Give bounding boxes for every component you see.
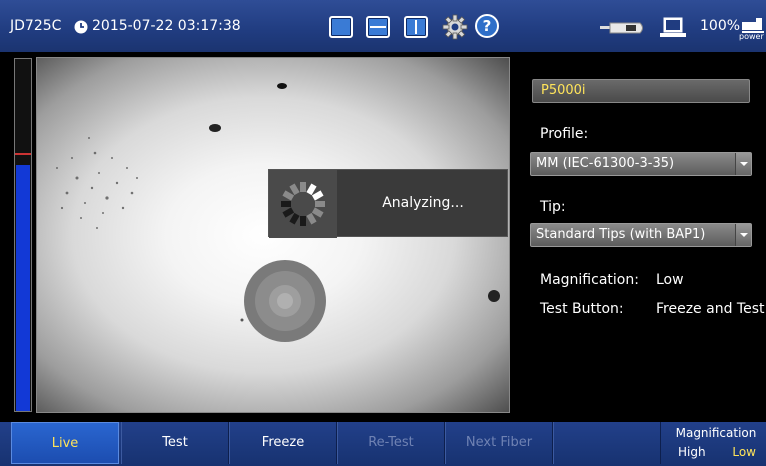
spinner-segment [306,212,317,225]
probe-id-field[interactable]: P5000i [532,79,750,103]
magnification-key-title: Magnification [675,426,757,440]
softkey-bar: Live Test Freeze Re-Test Next Fiber Magn… [0,422,766,466]
battery-percent: 100% [700,18,741,34]
magnification-high: High [678,445,706,459]
probe-icon [600,22,643,34]
test-button[interactable]: Test [121,422,229,464]
chevron-down-icon [735,153,751,175]
gear-icon[interactable] [442,14,468,40]
test-button-label: Test Button: [540,301,624,317]
profile-label: Profile: [540,126,589,142]
magnification-label: Magnification: [540,272,639,288]
tip-label: Tip: [540,199,566,215]
clock-icon [74,20,88,34]
spinner-segment [306,183,317,196]
help-icon[interactable]: ? [475,14,499,38]
single-view-button[interactable] [329,16,353,38]
empty-softkey [553,422,661,464]
analyzing-message: Analyzing... [382,195,464,211]
busy-spinner-icon [269,170,337,238]
spinner-segment [282,207,295,218]
datetime: 2015-07-22 03:17:38 [92,18,241,34]
magnification-value: Low [656,272,684,288]
analyzing-dialog: Analyzing... [268,169,508,238]
profile-value: MM (IEC-61300-3-35) [536,156,675,171]
magnification-toggle[interactable]: Magnification High Low [666,422,766,464]
spinner-segment [311,207,324,218]
level-fill [16,164,30,411]
level-marker [15,153,31,155]
chevron-down-icon [735,224,751,246]
split-vertical-button[interactable] [404,16,428,38]
split-horizontal-button[interactable] [366,16,390,38]
next-fiber-button[interactable]: Next Fiber [445,422,553,464]
retest-button[interactable]: Re-Test [337,422,445,464]
laptop-icon [660,17,686,37]
status-bar: JD725C 2015-07-22 03:17:38 ? 100% power [0,0,766,52]
spinner-segment [289,183,300,196]
freeze-button[interactable]: Freeze [229,422,337,464]
spinner-segment [311,190,324,201]
power-label: power [739,32,764,41]
live-button[interactable]: Live [11,422,119,464]
focus-level-meter [14,58,32,412]
tip-dropdown[interactable]: Standard Tips (with BAP1) [530,223,752,247]
device-name: JD725C [10,18,62,34]
tip-value: Standard Tips (with BAP1) [536,227,706,242]
settings-panel: P5000i Profile: MM (IEC-61300-3-35) Tip:… [520,58,766,414]
test-button-value: Freeze and Test [656,301,765,317]
spinner-segment [282,190,295,201]
profile-dropdown[interactable]: MM (IEC-61300-3-35) [530,152,752,176]
spinner-segment [289,212,300,225]
magnification-low: Low [732,445,756,459]
